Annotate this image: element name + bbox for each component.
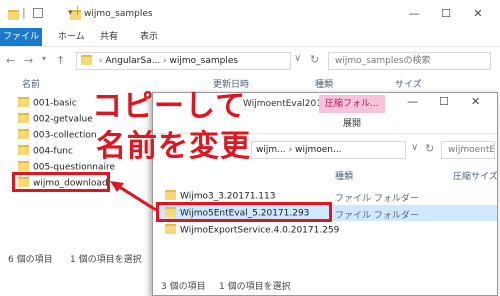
annotation-line2: 名前を変更 [96, 129, 251, 164]
arrow-line [117, 184, 157, 212]
annotation-line1: コピーして [92, 89, 247, 124]
arrow-head [110, 181, 124, 192]
